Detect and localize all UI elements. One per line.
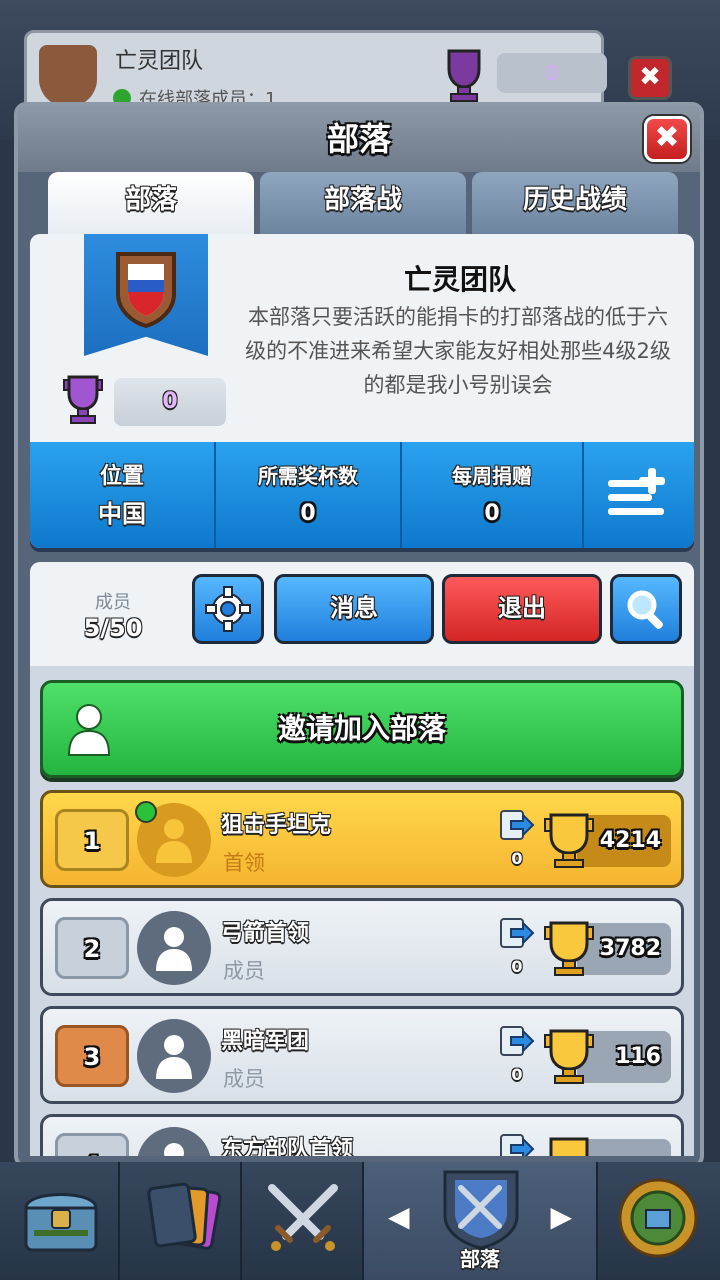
- card-donation-icon: [500, 810, 535, 840]
- background-clan-name: 亡灵团队: [115, 49, 204, 74]
- tab-clan-war-label: 部落战: [323, 185, 402, 215]
- stat-location-label: 位置: [99, 464, 144, 489]
- background-close-icon: ✖: [628, 56, 672, 100]
- clan-stats-bar: 位置 中国 所需奖杯数 0 每周捐赠 0: [30, 442, 694, 548]
- nav-cards[interactable]: [120, 1162, 242, 1280]
- person-icon: [156, 1035, 192, 1079]
- member-rank: 4: [55, 1133, 129, 1156]
- clan-badge-icon: [116, 252, 176, 328]
- chevron-left-icon: ◀: [388, 1200, 410, 1233]
- member-role: 成员: [223, 1067, 265, 1091]
- member-rank: 3: [55, 1025, 129, 1087]
- bottom-navigation: ◀ 部落 ▶: [0, 1162, 720, 1280]
- member-name: 狙击手坦克: [221, 813, 332, 838]
- invite-button[interactable]: 邀请加入部落: [40, 680, 684, 778]
- card-donation-icon: [500, 1026, 535, 1056]
- crossed-swords-icon: [268, 1184, 338, 1251]
- clan-panel: 部落 ✖ 部落 部落战 历史战绩 0 亡灵团队 本部落只要活跃的能捐卡的打部落战…: [14, 102, 704, 1168]
- stat-weekly-donations-value: 0: [484, 501, 500, 526]
- stat-required-trophies-value: 0: [300, 501, 316, 526]
- settings-button[interactable]: [192, 574, 264, 644]
- cards-icon: [147, 1182, 222, 1250]
- clan-shield-icon: [443, 1170, 519, 1250]
- menu-add-icon[interactable]: [596, 458, 676, 528]
- member-rank: 1: [55, 809, 129, 871]
- member-name: 东方部队首领: [221, 1137, 354, 1156]
- members-list[interactable]: 邀请加入部落 1 狙击手坦克 首领 0 4214 2 弓箭首领 成员 0 378…: [30, 666, 694, 1156]
- chest-icon: [24, 1193, 98, 1252]
- leave-button-label: 退出: [498, 594, 546, 622]
- search-button[interactable]: [610, 574, 682, 644]
- donation-count: 0: [511, 849, 523, 868]
- tab-history-label: 历史战绩: [522, 185, 627, 215]
- member-name: 黑暗军团: [221, 1029, 310, 1054]
- person-icon: [156, 819, 192, 863]
- message-button[interactable]: 消息: [274, 574, 434, 644]
- stat-required-trophies-label: 所需奖杯数: [258, 464, 358, 488]
- person-icon: [164, 1143, 184, 1156]
- tab-history[interactable]: 历史战绩: [472, 172, 678, 236]
- stat-weekly-donations-label: 每周捐赠: [452, 464, 532, 488]
- leave-button[interactable]: 退出: [442, 574, 602, 644]
- invite-button-label: 邀请加入部落: [277, 712, 446, 745]
- tab-clan[interactable]: 部落: [48, 172, 254, 236]
- member-role: 首领: [223, 851, 265, 875]
- member-role: 成员: [223, 959, 265, 983]
- members-header: 成员 5/50 消息 退出: [30, 562, 694, 666]
- search-icon: [627, 590, 663, 629]
- avatar: [137, 911, 211, 985]
- card-donation-icon: [500, 1134, 535, 1156]
- member-row[interactable]: 3 黑暗军团 成员 0 116: [40, 1006, 684, 1104]
- members-count: 5/50: [83, 614, 143, 642]
- chevron-right-icon: ▶: [550, 1200, 572, 1233]
- member-rank: 2: [55, 917, 129, 979]
- nav-shop[interactable]: [0, 1162, 120, 1280]
- member-row[interactable]: 4 东方部队首领: [40, 1114, 684, 1156]
- donation-count: 0: [511, 1065, 523, 1084]
- avatar: [137, 1019, 211, 1093]
- card-donation-icon: [500, 918, 535, 948]
- stat-required-trophies: 所需奖杯数 0: [216, 442, 402, 548]
- trophy-icon: [544, 921, 594, 976]
- trophy-icon: [549, 1137, 589, 1156]
- members-label: 成员: [95, 592, 131, 613]
- clan-description: 本部落只要活跃的能捐卡的打部落战的低于六级的不准进来希望大家能友好相处那些4级2…: [245, 305, 671, 397]
- donation-count: 0: [511, 957, 523, 976]
- member-name: 弓箭首领: [221, 921, 310, 946]
- close-button[interactable]: ✖: [644, 116, 690, 162]
- member-row[interactable]: 2 弓箭首领 成员 0 3782: [40, 898, 684, 996]
- tab-clan-war[interactable]: 部落战: [260, 172, 466, 236]
- trophy-icon: [544, 813, 594, 868]
- nav-clan-label: 部落: [460, 1247, 500, 1271]
- clan-info-card: 0 亡灵团队 本部落只要活跃的能捐卡的打部落战的低于六级的不准进来希望大家能友好…: [30, 234, 694, 548]
- laurel-badge-icon: [618, 1178, 698, 1258]
- message-button-label: 消息: [330, 594, 378, 622]
- clan-name: 亡灵团队: [403, 263, 516, 296]
- nav-tournament[interactable]: [598, 1162, 720, 1280]
- trophy-icon: [447, 49, 481, 102]
- background-trophy-count: 0: [497, 53, 607, 93]
- person-icon: [156, 927, 192, 971]
- avatar: [137, 1127, 211, 1156]
- close-icon: ✖: [654, 120, 680, 155]
- nav-battle[interactable]: [242, 1162, 364, 1280]
- tab-clan-label: 部落: [124, 185, 177, 215]
- trophy-icon: [544, 1029, 594, 1084]
- member-row[interactable]: 1 狙击手坦克 首领 0 4214: [40, 790, 684, 888]
- nav-clan[interactable]: ◀ 部落 ▶: [364, 1162, 598, 1280]
- clan-trophy-count: 0: [114, 378, 226, 426]
- gear-icon: [205, 586, 251, 632]
- stat-weekly-donations: 每周捐赠 0: [402, 442, 584, 548]
- stat-location: 位置 中国: [30, 442, 216, 548]
- stat-location-value: 中国: [98, 500, 146, 528]
- panel-header: 部落 ✖: [18, 106, 700, 172]
- background-clan-badge: [39, 45, 97, 107]
- panel-title: 部落: [326, 120, 391, 158]
- online-status-icon: [135, 801, 157, 823]
- purple-trophy-icon: [63, 375, 103, 424]
